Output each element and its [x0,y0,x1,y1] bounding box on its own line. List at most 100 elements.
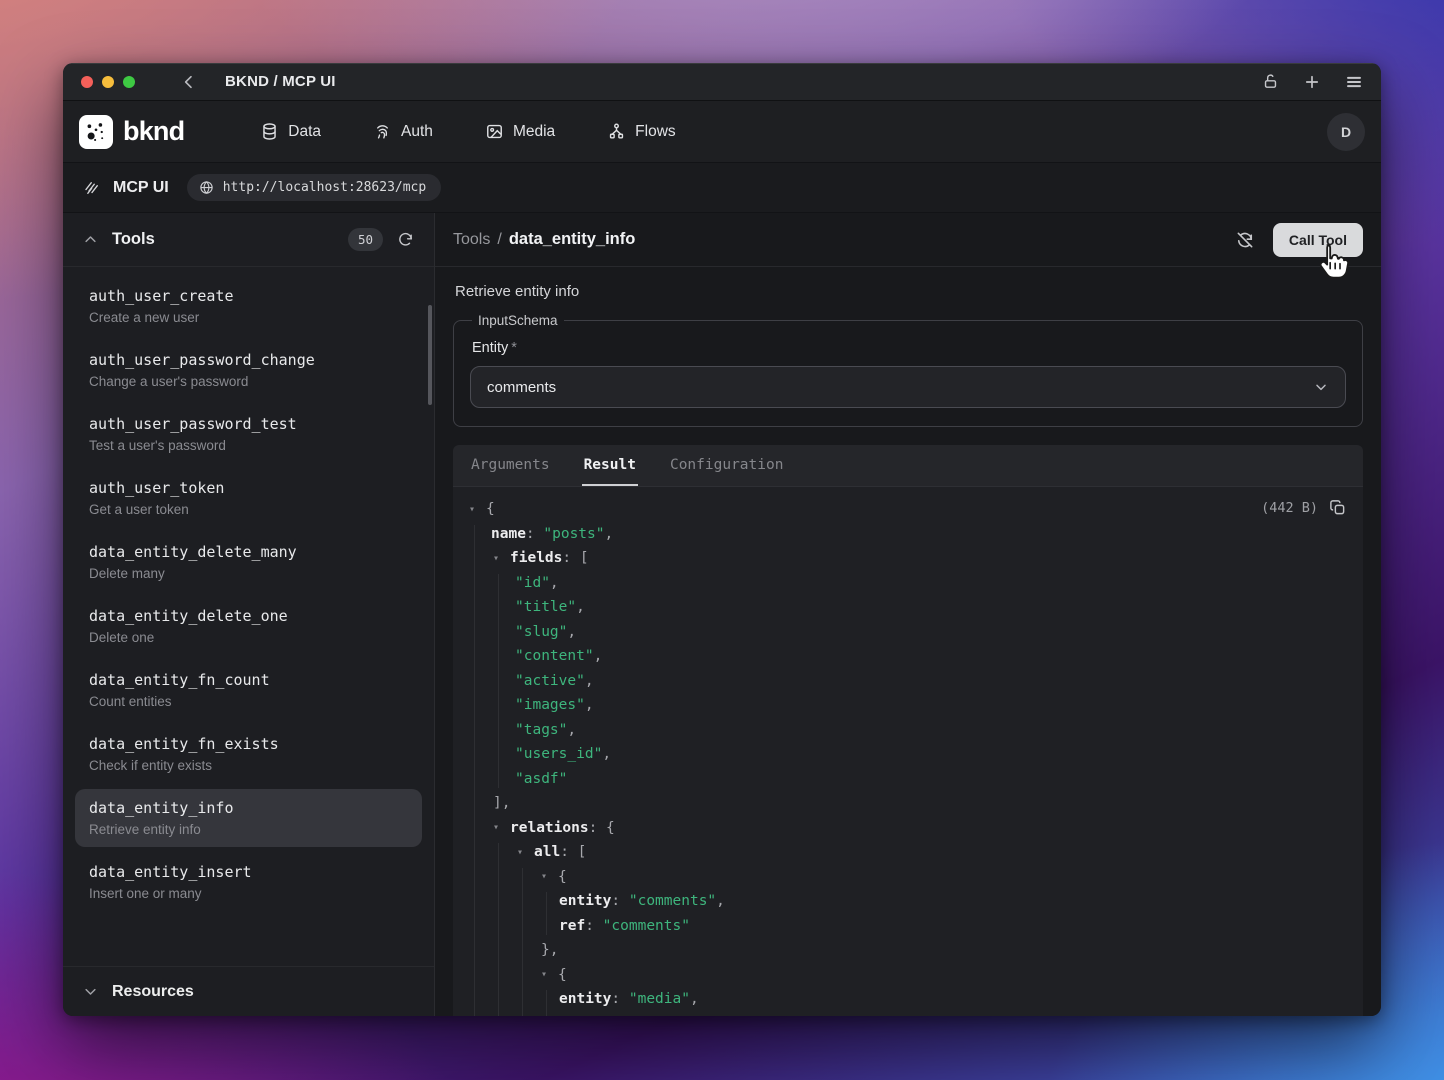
json-line: entity: "comments", [469,889,1203,914]
tool-item-description: Count entities [89,694,408,709]
app-navbar: bknd Data Auth Media Flows D [63,101,1381,163]
tool-list-item[interactable]: data_entity_delete_manyDelete many [75,533,422,591]
json-key: ref [559,918,585,934]
json-string: "content" [515,648,594,664]
json-line: ▾{ [469,963,1203,988]
tool-list-item[interactable]: data_entity_fn_existsCheck if entity exi… [75,725,422,783]
bknd-logo[interactable]: bknd [79,115,184,149]
entity-select[interactable]: comments [470,366,1346,408]
json-line: ref: "comments" [469,914,1203,939]
nav-item-data[interactable]: Data [260,122,321,141]
json-punctuation: , [576,599,585,615]
json-punctuation: , [567,624,576,640]
mcp-url: http://localhost:28623/mcp [223,180,427,195]
tab-result[interactable]: Result [582,445,638,486]
tool-list-item[interactable]: data_entity_insertInsert one or many [75,853,422,911]
json-string: "title" [515,599,576,615]
resources-section-header[interactable]: Resources [63,966,434,1016]
database-icon [260,122,279,141]
json-punctuation: : [611,991,628,1007]
app-window: BKND / MCP UI bknd Data [63,63,1381,1016]
tab-configuration[interactable]: Configuration [668,445,786,486]
user-avatar[interactable]: D [1327,113,1365,151]
tool-item-name: data_entity_fn_exists [89,735,408,753]
tools-count-badge: 50 [348,228,383,251]
sidebar-scrollbar-thumb[interactable] [428,305,432,405]
json-punctuation: , [567,722,576,738]
json-line: ▾{ [469,865,1203,890]
collapse-toggle-icon[interactable]: ▾ [541,969,558,980]
tabbar: Arguments Result Configuration [453,445,1363,487]
json-punctuation: }, [541,942,558,958]
json-string: "images" [515,697,585,713]
menu-icon[interactable] [1345,73,1363,91]
back-button[interactable] [181,74,197,90]
json-line: ▾fields: [ [469,546,1203,571]
refresh-icon [397,231,414,248]
json-punctuation: ], [493,795,510,811]
tool-list-item[interactable]: data_entity_infoRetrieve entity info [75,789,422,847]
json-punctuation: , [594,648,603,664]
tools-section-header[interactable]: Tools 50 [63,213,434,267]
tool-item-description: Delete many [89,566,408,581]
close-window-button[interactable] [81,76,93,88]
nav-item-media[interactable]: Media [485,122,555,141]
window-title: BKND / MCP UI [225,73,336,90]
collapse-toggle-icon[interactable]: ▾ [493,553,510,564]
refresh-tools-button[interactable] [397,231,414,248]
lock-open-icon[interactable] [1262,73,1279,90]
json-punctuation: , [602,746,611,762]
json-punctuation: , [585,673,594,689]
json-key: relations [510,820,589,836]
tool-item-description: Get a user token [89,502,408,517]
tool-item-description: Change a user's password [89,374,408,389]
json-punctuation: : [ [560,844,586,860]
tool-item-name: data_entity_info [89,799,408,817]
json-punctuation: , [716,893,725,909]
json-punctuation: : [611,893,628,909]
traffic-lights [81,76,135,88]
json-string: "id" [515,575,550,591]
indent-guide [498,574,499,789]
tool-list-item[interactable]: auth_user_tokenGet a user token [75,469,422,527]
json-punctuation: : { [589,820,615,836]
tool-list-item[interactable]: auth_user_password_testTest a user's pas… [75,405,422,463]
collapse-toggle-icon[interactable]: ▾ [469,504,486,515]
titlebar: BKND / MCP UI [63,63,1381,101]
nav-item-auth[interactable]: Auth [373,122,433,141]
json-line: "asdf" [469,767,1203,792]
indent-guide [474,525,475,1017]
tool-list-item[interactable]: auth_user_createCreate a new user [75,277,422,335]
breadcrumb-section[interactable]: Tools [453,231,490,249]
json-line: ref: "images" [469,1012,1203,1017]
json-key: entity [559,893,611,909]
tool-item-name: auth_user_password_change [89,351,408,369]
nav-item-flows[interactable]: Flows [607,122,675,141]
auto-refresh-off-button[interactable] [1235,230,1255,250]
collapse-toggle-icon[interactable]: ▾ [541,871,558,882]
json-punctuation: : [526,526,543,542]
tool-item-description: Delete one [89,630,408,645]
breadcrumb-separator: / [497,231,501,249]
nav-item-label: Data [288,123,321,141]
mcp-toolbar: MCP UI http://localhost:28623/mcp [63,163,1381,213]
call-tool-button[interactable]: Call Tool [1273,223,1363,257]
json-line: }, [469,938,1203,963]
collapse-toggle-icon[interactable]: ▾ [493,822,510,833]
tool-item-description: Insert one or many [89,886,408,901]
collapse-toggle-icon[interactable]: ▾ [517,847,534,858]
json-string: "users_id" [515,746,602,762]
mcp-url-pill[interactable]: http://localhost:28623/mcp [187,174,442,201]
tool-item-name: auth_user_create [89,287,408,305]
tab-arguments[interactable]: Arguments [469,445,552,486]
minimize-window-button[interactable] [102,76,114,88]
json-line: "active", [469,669,1203,694]
new-tab-icon[interactable] [1303,73,1321,91]
tool-list-item[interactable]: auth_user_password_change Change a user's… [75,341,422,399]
maximize-window-button[interactable] [123,76,135,88]
tool-list-item[interactable]: data_entity_delete_oneDelete one [75,597,422,655]
json-line: name: "posts", [469,522,1203,547]
chevron-down-icon [1313,379,1329,395]
entity-select-value: comments [487,379,556,396]
tool-list-item[interactable]: data_entity_fn_countCount entities [75,661,422,719]
